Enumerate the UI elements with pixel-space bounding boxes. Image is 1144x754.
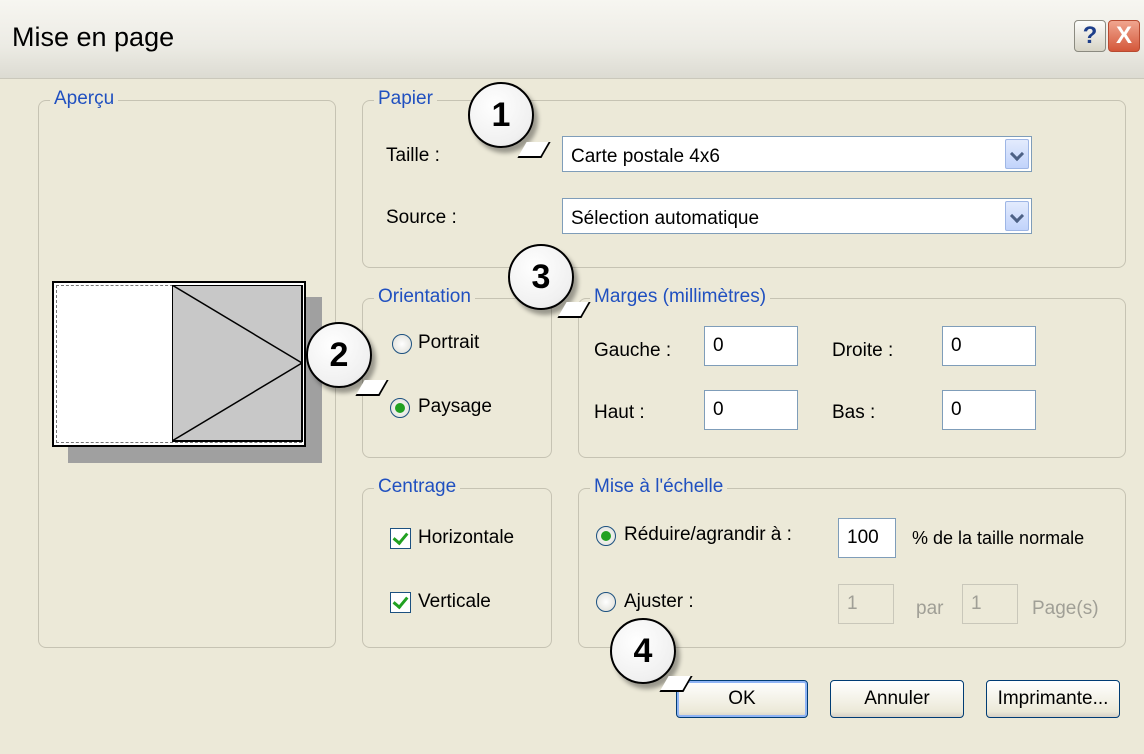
fit-tall-input[interactable]: 1 bbox=[962, 584, 1018, 624]
fit-radio[interactable] bbox=[596, 592, 616, 612]
help-icon[interactable]: ? bbox=[1074, 20, 1106, 52]
centering-legend: Centrage bbox=[374, 476, 461, 498]
reduce-radio[interactable] bbox=[596, 526, 616, 546]
orientation-legend: Orientation bbox=[374, 286, 475, 308]
source-dropdown[interactable]: Sélection automatique bbox=[562, 198, 1032, 234]
size-dropdown[interactable]: Carte postale 4x6 bbox=[562, 136, 1032, 172]
vertical-label[interactable]: Verticale bbox=[418, 591, 491, 613]
close-icon[interactable]: X bbox=[1108, 20, 1140, 52]
size-label: Taille : bbox=[386, 145, 440, 166]
portrait-radio[interactable] bbox=[392, 334, 412, 354]
vertical-checkbox[interactable] bbox=[390, 592, 411, 613]
size-value: Carte postale 4x6 bbox=[571, 146, 720, 167]
callout-3: 3 bbox=[508, 244, 574, 310]
callout-1: 1 bbox=[468, 82, 534, 148]
horizontal-checkbox[interactable] bbox=[390, 528, 411, 549]
top-margin-label: Haut : bbox=[594, 402, 645, 423]
bottom-margin-label: Bas : bbox=[832, 402, 876, 423]
cancel-button[interactable]: Annuler bbox=[830, 680, 964, 718]
preview-content bbox=[172, 285, 303, 442]
top-margin-input[interactable]: 0 bbox=[704, 390, 798, 430]
landscape-radio[interactable] bbox=[390, 398, 410, 418]
ok-button[interactable]: OK bbox=[676, 680, 808, 718]
fit-by-label: par bbox=[916, 598, 944, 619]
chevron-down-icon[interactable] bbox=[1005, 201, 1029, 231]
right-margin-label: Droite : bbox=[832, 340, 894, 361]
centering-group bbox=[362, 488, 552, 648]
orientation-group bbox=[362, 298, 552, 458]
source-label: Source : bbox=[386, 207, 457, 228]
bottom-margin-input[interactable]: 0 bbox=[942, 390, 1036, 430]
landscape-label[interactable]: Paysage bbox=[418, 396, 492, 418]
title-bar: Mise en page ? X bbox=[0, 0, 1144, 79]
preview-page bbox=[52, 281, 306, 447]
callout-4: 4 bbox=[610, 618, 676, 684]
left-margin-label: Gauche : bbox=[594, 340, 672, 361]
paper-legend: Papier bbox=[374, 88, 437, 110]
fit-label[interactable]: Ajuster : bbox=[624, 591, 694, 613]
portrait-label[interactable]: Portrait bbox=[418, 332, 479, 354]
left-margin-input[interactable]: 0 bbox=[704, 326, 798, 366]
reduce-percent-input[interactable]: 100 bbox=[838, 518, 896, 558]
callout-2: 2 bbox=[306, 322, 372, 388]
horizontal-label[interactable]: Horizontale bbox=[418, 527, 514, 549]
fit-wide-input[interactable]: 1 bbox=[838, 584, 894, 624]
reduce-suffix: % de la taille normale bbox=[912, 528, 1085, 548]
source-value: Sélection automatique bbox=[571, 208, 760, 229]
margins-group bbox=[578, 298, 1126, 458]
window-title: Mise en page bbox=[12, 22, 175, 52]
preview-legend: Aperçu bbox=[50, 88, 119, 110]
page-setup-dialog: Mise en page ? X Aperçu Papier Taille : … bbox=[0, 0, 1144, 754]
scaling-legend: Mise à l'échelle bbox=[590, 476, 728, 498]
reduce-label[interactable]: Réduire/agrandir à : bbox=[624, 524, 792, 546]
margins-legend: Marges (millimètres) bbox=[590, 286, 771, 308]
right-margin-input[interactable]: 0 bbox=[942, 326, 1036, 366]
chevron-down-icon[interactable] bbox=[1005, 139, 1029, 169]
fit-pages-label: Page(s) bbox=[1032, 598, 1099, 619]
printer-button[interactable]: Imprimante... bbox=[986, 680, 1120, 718]
